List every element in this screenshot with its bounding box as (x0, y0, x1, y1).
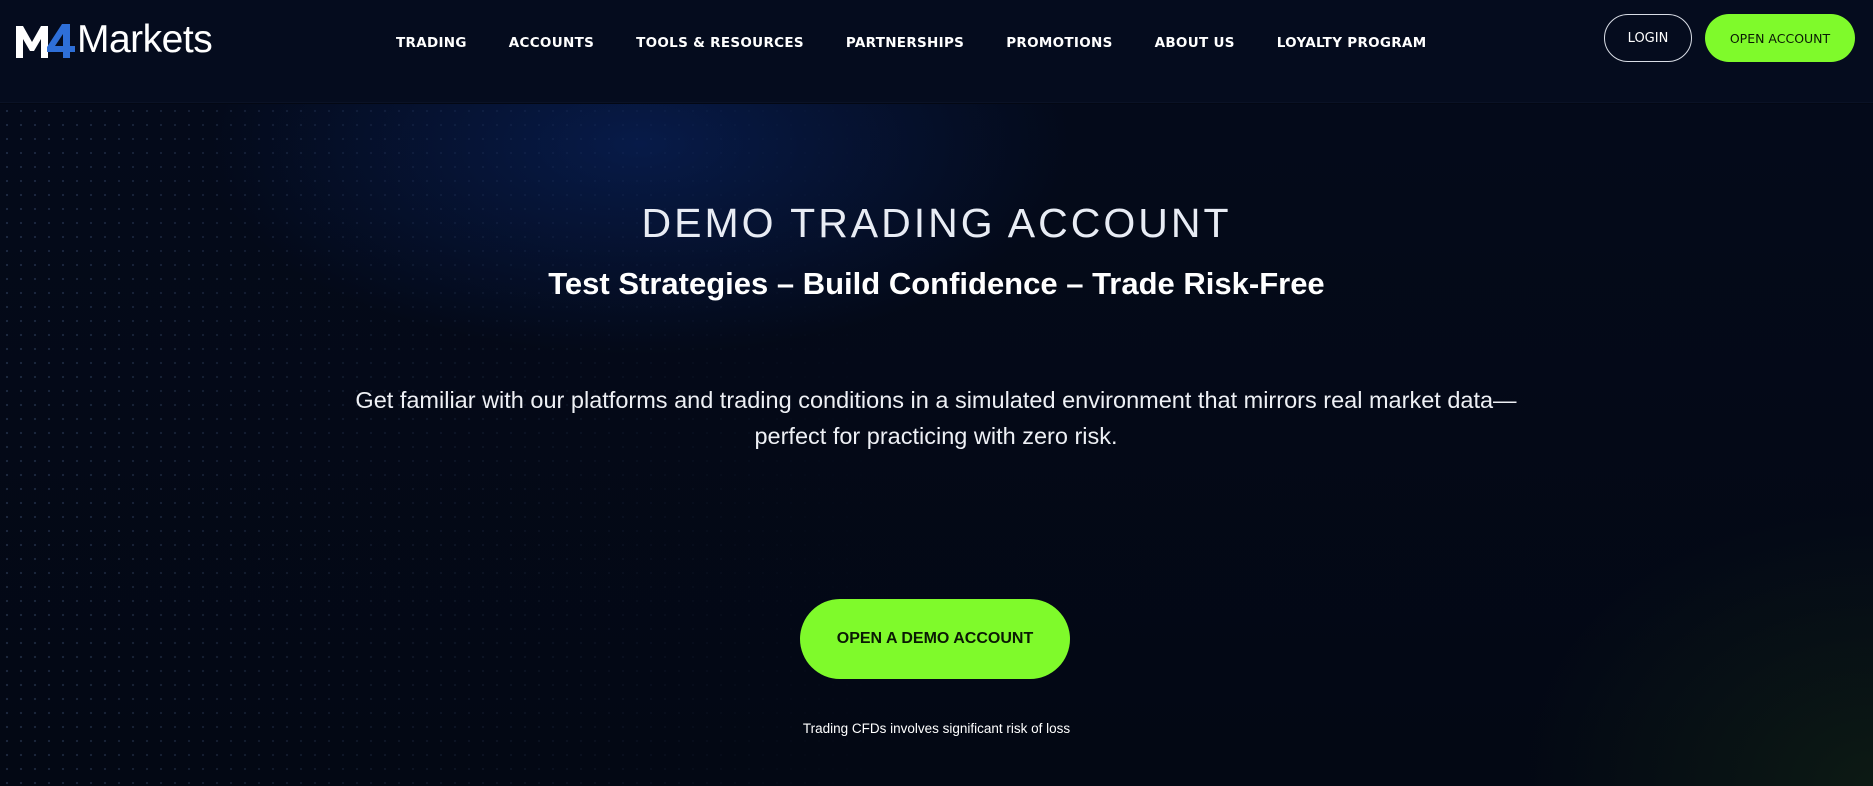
hero-subtitle: Test Strategies – Build Confidence – Tra… (548, 266, 1325, 301)
open-demo-account-button[interactable]: OPEN A DEMO ACCOUNT (800, 599, 1070, 679)
nav-accounts[interactable]: ACCOUNTS (509, 35, 594, 51)
brand-logo[interactable]: Markets (14, 18, 213, 61)
hero-description: Get familiar with our platforms and trad… (355, 387, 1517, 449)
nav-about-us[interactable]: ABOUT US (1155, 35, 1235, 51)
hero-section: DEMO TRADING ACCOUNT Test Strategies – B… (0, 104, 1873, 786)
nav-promotions[interactable]: PROMOTIONS (1006, 35, 1112, 51)
nav-trading[interactable]: TRADING (396, 35, 467, 51)
site-header: Markets TRADING ACCOUNTS TOOLS & RESOURC… (0, 0, 1873, 103)
login-button[interactable]: LOGIN (1604, 14, 1692, 62)
nav-loyalty-program[interactable]: LOYALTY PROGRAM (1277, 35, 1427, 51)
m4-logo-icon (16, 24, 75, 58)
nav-tools-resources[interactable]: TOOLS & RESOURCES (636, 35, 804, 51)
main-nav: TRADING ACCOUNTS TOOLS & RESOURCES PARTN… (396, 31, 1427, 55)
risk-warning: Trading CFDs involves significant risk o… (802, 721, 1071, 736)
page-title: DEMO TRADING ACCOUNT (641, 200, 1232, 246)
logo-wordmark: Markets (77, 18, 213, 61)
page: Markets TRADING ACCOUNTS TOOLS & RESOURC… (0, 0, 1873, 786)
nav-partnerships[interactable]: PARTNERSHIPS (846, 35, 964, 51)
open-account-button[interactable]: OPEN ACCOUNT (1705, 14, 1855, 62)
